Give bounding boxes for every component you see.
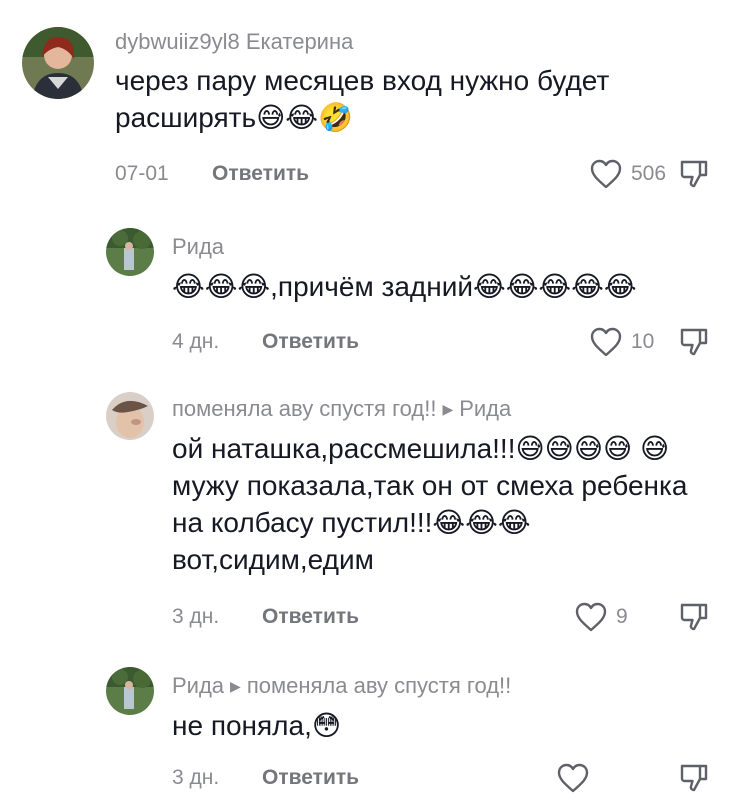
like-button[interactable]: 10 (589, 326, 654, 358)
avatar-rida[interactable] (106, 667, 154, 715)
like-button[interactable]: 506 (589, 158, 666, 190)
comment-text: не поняла,😳 (172, 710, 342, 741)
reply-button[interactable]: Ответить (262, 764, 359, 792)
reply-button[interactable]: Ответить (262, 603, 359, 631)
reply-to-name[interactable]: Рида (459, 396, 511, 421)
heart-outline-icon (590, 159, 622, 189)
comment-2: Рида 😂😂😂,причём задний😂😂😂😂😂 4 дн. Ответи… (0, 200, 733, 370)
heart-outline-icon (575, 602, 607, 632)
comment-author[interactable]: поменяла аву спустя год!! ▶ Рида (172, 395, 511, 425)
dislike-button[interactable] (678, 601, 710, 638)
triangle-right-icon: ▶ (230, 678, 241, 694)
avatar-ekaterina[interactable] (22, 27, 94, 99)
like-button[interactable] (556, 762, 598, 794)
like-count: 506 (631, 162, 667, 185)
avatar-rida[interactable] (106, 228, 154, 276)
reply-button[interactable]: Ответить (262, 328, 359, 356)
comment-author[interactable]: dybwuiiz9yl8 Екатерина (115, 28, 353, 56)
thumbs-down-outline-icon (680, 160, 708, 188)
comment-date: 3 дн. (172, 605, 220, 628)
heart-outline-icon (557, 763, 589, 793)
comment-author[interactable]: Рида (172, 233, 224, 261)
reply-to-name[interactable]: поменяла аву спустя год!! (247, 673, 511, 698)
thumbs-down-outline-icon (680, 603, 708, 631)
like-button[interactable]: 9 (574, 601, 628, 633)
comment-date: 07-01 (115, 162, 169, 185)
comment-4: Рида ▶ поменяла аву спустя год!! не поняла… (0, 650, 733, 800)
thumbs-down-outline-icon (680, 764, 708, 792)
comment-date: 3 дн. (172, 766, 220, 789)
dislike-button[interactable] (678, 326, 710, 363)
triangle-right-icon: ▶ (442, 401, 454, 417)
author-name[interactable]: Рида (172, 673, 224, 698)
comment-date: 4 дн. (172, 330, 220, 353)
reply-button[interactable]: Ответить (212, 160, 309, 188)
dislike-button[interactable] (678, 762, 710, 799)
comment-author[interactable]: Рида ▶ поменяла аву спустя год!! (172, 672, 511, 702)
thumbs-down-outline-icon (680, 328, 708, 356)
avatar-user[interactable] (106, 392, 154, 440)
like-count: 10 (631, 330, 655, 353)
comment-text: через пару месяцев вход нужно будет расш… (115, 65, 610, 133)
author-name[interactable]: поменяла аву спустя год!! (172, 396, 436, 421)
heart-outline-icon (590, 327, 622, 357)
like-count: 9 (616, 605, 628, 628)
comment-text: ой наташка,рассмешила!!!😅😅😅😅 😅 мужу пока… (172, 433, 688, 575)
comment-1: dybwuiiz9yl8 Екатерина через пару месяце… (0, 0, 733, 200)
comment-3: поменяла аву спустя год!! ▶ Рида ой наташк… (0, 370, 733, 650)
dislike-button[interactable] (678, 158, 710, 195)
comment-text: 😂😂😂,причём задний😂😂😂😂😂 (172, 271, 637, 302)
